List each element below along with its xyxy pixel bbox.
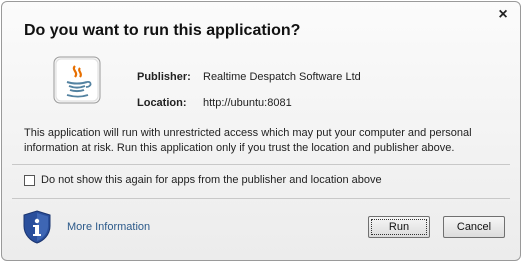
shield-info-icon bbox=[22, 210, 52, 244]
more-information-link[interactable]: More Information bbox=[67, 221, 150, 233]
security-dialog: × Do you want to run this application? P… bbox=[1, 1, 521, 261]
warning-text: This application will run with unrestric… bbox=[24, 127, 472, 154]
run-button[interactable]: Run bbox=[368, 216, 430, 238]
location-value: http://ubuntu:8081 bbox=[203, 97, 292, 109]
publisher-value: Realtime Despatch Software Ltd bbox=[203, 71, 361, 83]
divider bbox=[12, 164, 510, 165]
close-icon: × bbox=[498, 6, 508, 23]
location-label: Location: bbox=[137, 97, 187, 109]
dont-show-again-label[interactable]: Do not show this again for apps from the… bbox=[41, 174, 382, 186]
cancel-button[interactable]: Cancel bbox=[443, 216, 505, 238]
close-button[interactable]: × bbox=[496, 7, 510, 23]
java-icon bbox=[53, 56, 101, 104]
dont-show-again-row[interactable]: Do not show this again for apps from the… bbox=[24, 174, 382, 186]
dialog-title: Do you want to run this application? bbox=[24, 22, 301, 39]
dont-show-again-checkbox[interactable] bbox=[24, 174, 35, 186]
divider bbox=[12, 198, 510, 199]
publisher-label: Publisher: bbox=[137, 71, 191, 83]
